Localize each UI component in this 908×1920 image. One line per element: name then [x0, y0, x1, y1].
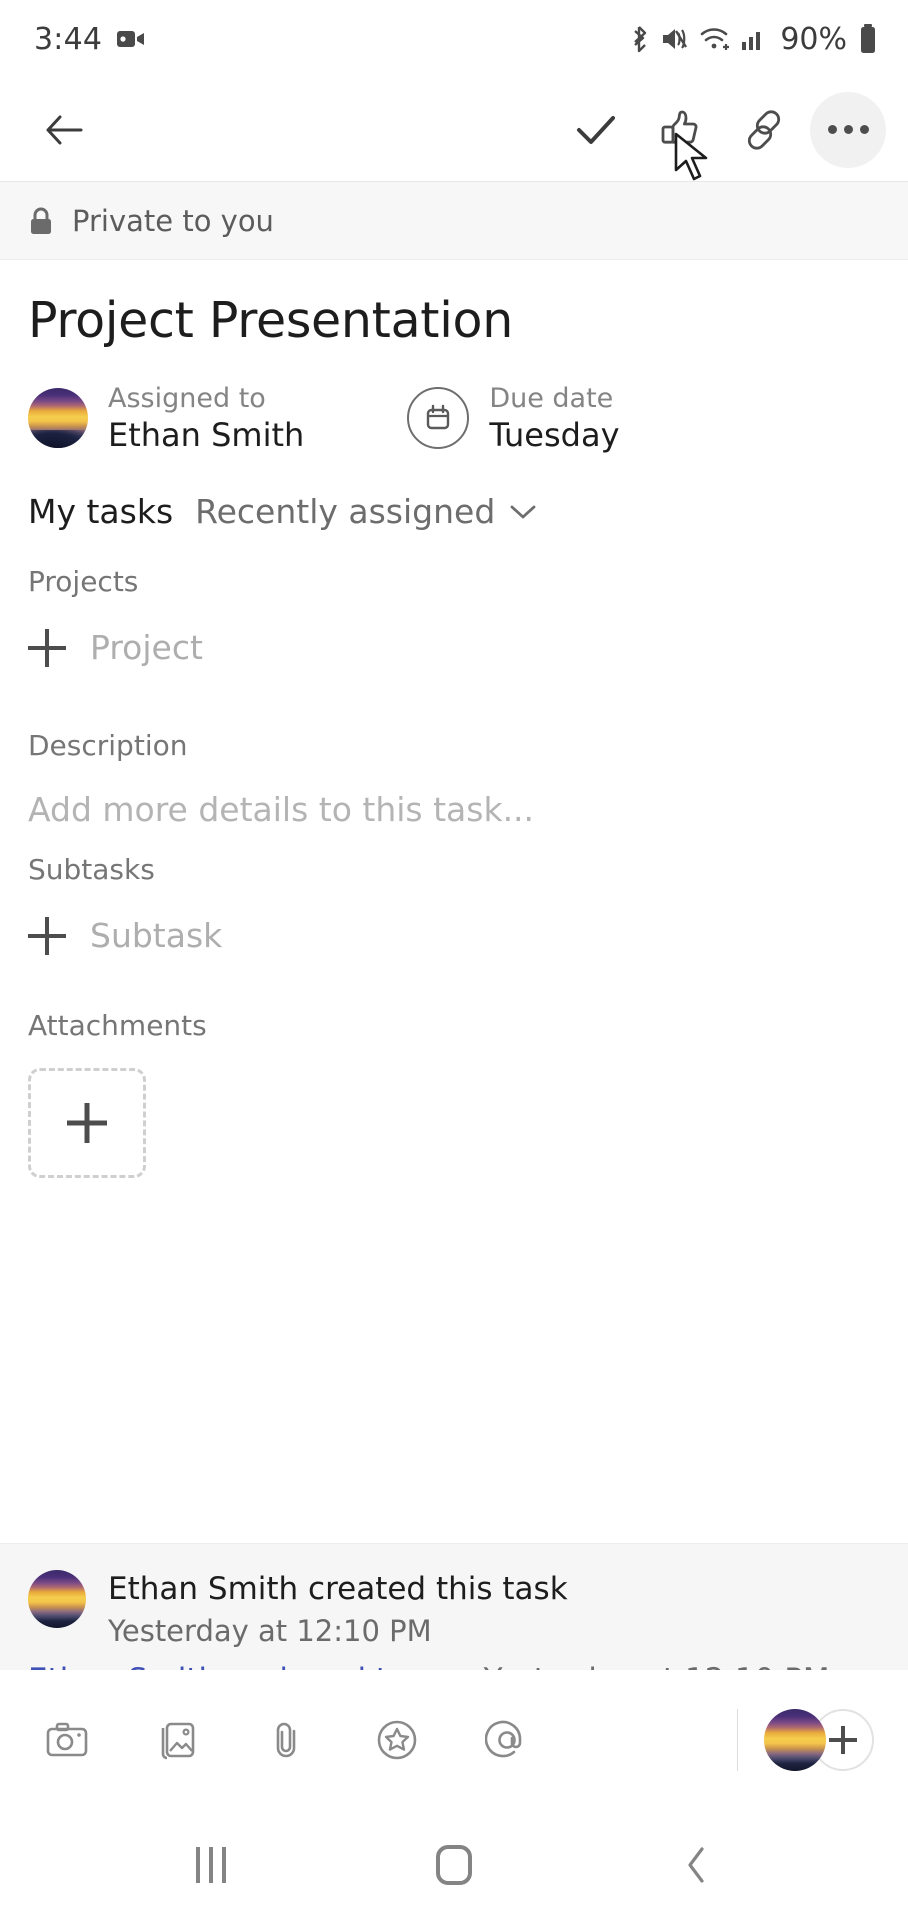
camera-icon: [45, 1720, 89, 1760]
due-date-value: Tuesday: [489, 415, 620, 454]
description-input[interactable]: Add more details to this task...: [28, 790, 880, 829]
gallery-icon: [156, 1719, 198, 1761]
composer-toolbar: [0, 1670, 908, 1810]
thumbs-up-icon: [657, 107, 703, 153]
mention-button[interactable]: [478, 1711, 536, 1769]
calendar-icon: [407, 386, 470, 449]
copy-link-button[interactable]: [726, 92, 802, 168]
privacy-banner: Private to you: [0, 182, 908, 260]
android-nav-bar: [0, 1810, 908, 1920]
composer-right: [737, 1709, 874, 1771]
attachments-section-label: Attachments: [28, 1009, 207, 1043]
wifi-icon: [699, 25, 731, 53]
plus-icon: [67, 1103, 107, 1143]
activity-description: Ethan Smith created this task: [108, 1571, 568, 1607]
activity-feed[interactable]: Ethan Smith created this task Yesterday …: [0, 1543, 908, 1670]
composer-divider: [737, 1709, 738, 1771]
status-bar: 3:44 90%: [0, 0, 908, 78]
mute-vibrate-icon: [660, 25, 690, 53]
task-meta-row: Assigned to Ethan Smith Due date Tuesday: [28, 382, 880, 454]
plus-icon: [28, 629, 66, 667]
battery-icon: [858, 23, 878, 55]
activity-item-secondary: Ethan Smith assigned to you Yesterday at…: [28, 1662, 880, 1670]
tab-recently-assigned-label: Recently assigned: [195, 492, 496, 532]
favorite-button[interactable]: [368, 1711, 426, 1769]
app-bar-actions: [558, 91, 886, 168]
chevron-down-icon: [509, 503, 537, 521]
due-date-field[interactable]: Due date Tuesday: [407, 382, 620, 454]
assignee-avatar: [28, 387, 88, 448]
activity-description-2: Ethan Smith assigned to you: [28, 1662, 474, 1670]
nav-home-button[interactable]: [419, 1830, 489, 1900]
plus-icon: [829, 1726, 857, 1754]
assignee-field[interactable]: Assigned to Ethan Smith: [28, 382, 304, 454]
plus-icon: [28, 917, 66, 955]
add-subtask-button[interactable]: Subtask: [28, 916, 880, 955]
composer-icons: [38, 1711, 536, 1769]
task-title[interactable]: Project Presentation: [28, 294, 880, 348]
activity-item: Ethan Smith created this task Yesterday …: [28, 1570, 880, 1648]
tab-recently-assigned[interactable]: Recently assigned: [195, 492, 537, 531]
assignee-text: Assigned to Ethan Smith: [108, 382, 304, 454]
cellular-signal-icon: [740, 26, 766, 52]
more-options-button[interactable]: [810, 91, 886, 168]
task-location-row: My tasks Recently assigned: [28, 492, 880, 531]
projects-section-label: Projects: [28, 565, 139, 599]
recents-icon: [196, 1847, 227, 1883]
nav-back-button[interactable]: [662, 1830, 732, 1900]
bluetooth-icon: [627, 24, 651, 54]
due-date-label: Due date: [489, 382, 614, 414]
check-icon: [574, 111, 618, 149]
activity-avatar: [28, 1570, 86, 1628]
back-button[interactable]: [26, 92, 102, 168]
subtasks-section-label: Subtasks: [28, 853, 155, 887]
due-date-text: Due date Tuesday: [489, 382, 619, 454]
phone-screen: 3:44 90% Private to you Project Presenta…: [0, 0, 908, 1920]
task-body: Project Presentation Assigned to Ethan S…: [0, 294, 908, 1179]
back-chevron-icon: [684, 1845, 710, 1885]
attach-file-button[interactable]: [258, 1711, 316, 1769]
composer-avatar[interactable]: [764, 1709, 826, 1771]
activity-timestamp-2: Yesterday at 12:10 PM: [484, 1662, 830, 1670]
status-bar-left: 3:44: [34, 22, 146, 57]
attachment-paperclip-icon: [272, 1718, 302, 1762]
add-attachment-button[interactable]: [28, 1068, 146, 1179]
like-button[interactable]: [642, 92, 718, 168]
add-project-label: Project: [90, 628, 203, 668]
description-section-label: Description: [28, 729, 188, 763]
star-circle-icon: [375, 1718, 419, 1762]
add-subtask-label: Subtask: [90, 916, 223, 956]
video-recording-icon: [116, 27, 146, 51]
privacy-banner-label: Private to you: [72, 203, 274, 238]
lock-icon: [28, 206, 54, 236]
status-bar-right: 90%: [627, 22, 878, 57]
battery-percent-label: 90%: [780, 21, 847, 57]
gallery-button[interactable]: [148, 1711, 206, 1769]
mention-at-icon: [485, 1718, 529, 1762]
home-icon: [435, 1845, 472, 1885]
camera-button[interactable]: [38, 1711, 96, 1769]
status-bar-clock: 3:44: [34, 21, 103, 57]
nav-recents-button[interactable]: [176, 1830, 246, 1900]
task-detail-scroll[interactable]: Project Presentation Assigned to Ethan S…: [0, 260, 908, 1670]
activity-text: Ethan Smith created this task Yesterday …: [108, 1570, 568, 1648]
activity-timestamp: Yesterday at 12:10 PM: [108, 1613, 432, 1648]
link-icon: [742, 108, 786, 152]
tab-my-tasks[interactable]: My tasks: [28, 492, 173, 531]
complete-task-button[interactable]: [558, 92, 634, 168]
add-project-button[interactable]: Project: [28, 628, 880, 667]
assignee-label: Assigned to: [108, 382, 266, 414]
app-bar: [0, 78, 908, 182]
overflow-dots-icon: [827, 125, 869, 134]
assignee-name: Ethan Smith: [108, 415, 305, 454]
